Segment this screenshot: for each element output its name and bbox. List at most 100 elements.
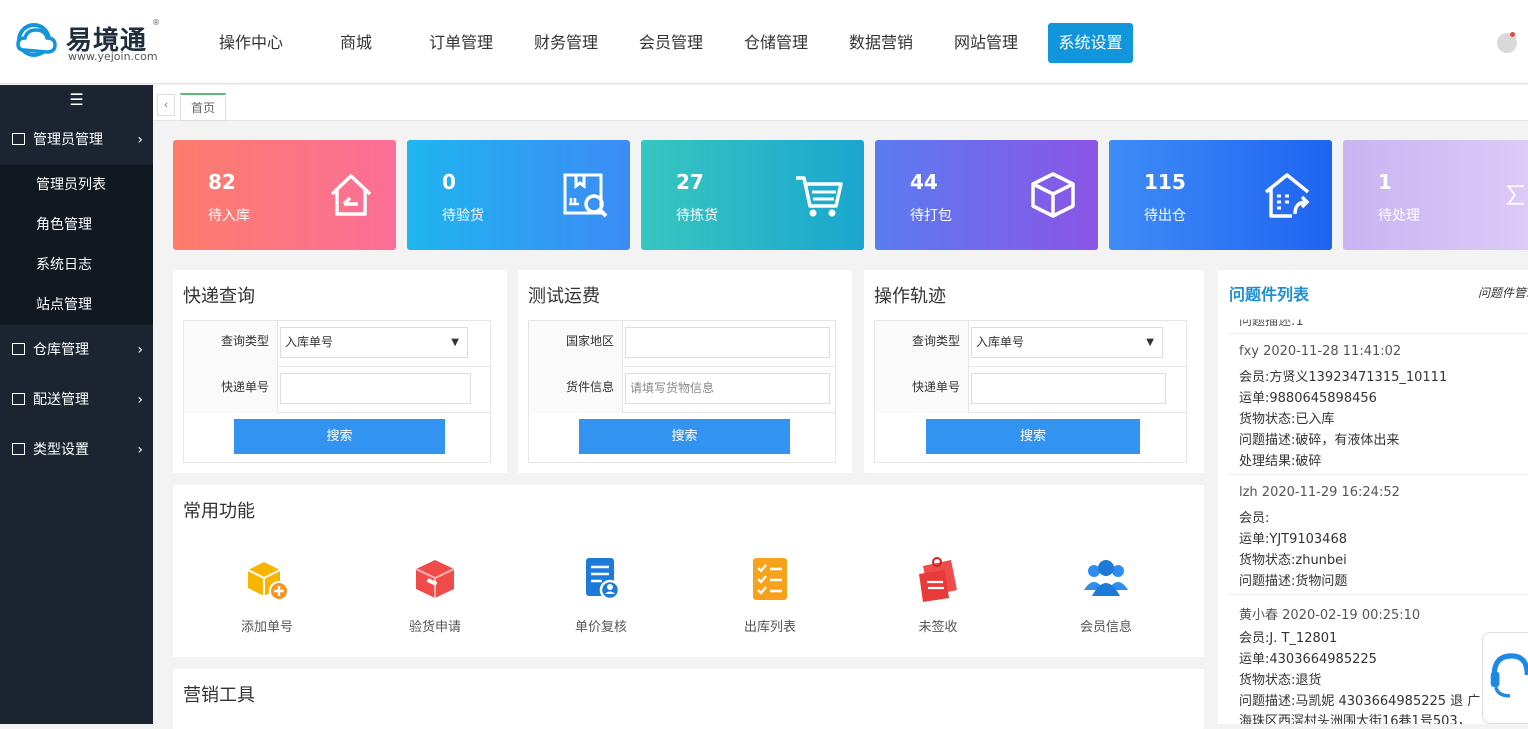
stat-card-pending-picking[interactable]: 27 待拣货 <box>641 140 864 250</box>
sidebar-group-delivery[interactable]: 配送管理 › <box>0 375 153 425</box>
field-label: 快递单号 <box>184 367 278 413</box>
stat-value: 0 <box>442 170 456 194</box>
stat-card-pending-inbound[interactable]: 82 待入库 <box>173 140 396 250</box>
select-value: 入库单号 <box>976 335 1025 349</box>
track-number-input[interactable] <box>971 373 1166 404</box>
form-row: 查询类型 入库单号 ▼ <box>875 321 1186 367</box>
sidebar-item-roles[interactable]: 角色管理 <box>0 205 153 245</box>
form-row: 快递单号 <box>184 367 490 413</box>
stat-value: 1 <box>1378 170 1392 194</box>
issue-line: 处理结果:破碎 <box>1239 454 1322 469</box>
form-row: 搜索 <box>529 413 835 459</box>
sidebar: ☰ 管理员管理 › 管理员列表 角色管理 系统日志 站点管理 仓库管理 › 配送… <box>0 85 153 724</box>
nav-mall[interactable]: 商城 <box>321 23 391 63</box>
form-row: 搜索 <box>184 413 490 459</box>
nav-site-management[interactable]: 网站管理 <box>941 23 1031 63</box>
issue-line: 海珠区西滘村头洲围大街16巷1号503， <box>1239 714 1471 724</box>
card-title: 测试运费 <box>528 286 600 307</box>
func-price-review[interactable]: 单价复核 <box>546 556 656 635</box>
divider <box>1228 594 1528 595</box>
members-icon <box>1084 560 1128 596</box>
func-unsigned[interactable]: 未签收 <box>883 556 993 635</box>
menu-toggle-icon[interactable]: ☰ <box>0 85 153 115</box>
issues-manage-link[interactable]: 问题件管理 <box>1478 284 1528 301</box>
chevron-right-icon: › <box>137 132 143 148</box>
hourglass-icon <box>1506 185 1524 205</box>
sidebar-group-admin[interactable]: 管理员管理 › <box>0 115 153 165</box>
func-add-number[interactable]: 添加单号 <box>212 556 322 635</box>
list-icon <box>12 393 25 405</box>
issue-line: 货物状态:退货 <box>1239 673 1322 688</box>
sidebar-item-system-log[interactable]: 系统日志 <box>0 245 153 285</box>
sidebar-item-sites[interactable]: 站点管理 <box>0 285 153 325</box>
nav-system-settings[interactable]: 系统设置 <box>1048 23 1133 63</box>
logo-registered-mark: ® <box>152 18 160 27</box>
avatar[interactable] <box>1497 32 1517 53</box>
caret-down-icon: ▼ <box>1146 337 1154 348</box>
issues-title: 问题件列表 <box>1229 285 1310 304</box>
issue-header[interactable]: fxy 2020-11-28 11:41:02 <box>1239 344 1401 359</box>
customer-service-widget[interactable] <box>1482 632 1528 724</box>
stat-card-pending-packing[interactable]: 44 待打包 <box>875 140 1098 250</box>
price-review-icon <box>586 558 621 601</box>
stat-card-pending-handling[interactable]: 1 待处理 <box>1343 140 1528 250</box>
field-label: 国家地区 <box>529 321 623 367</box>
unsigned-icon <box>919 557 957 602</box>
func-member-info[interactable]: 会员信息 <box>1051 556 1161 635</box>
func-inspection-request[interactable]: 验货申请 <box>380 556 490 635</box>
track-type-select[interactable]: 入库单号 ▼ <box>971 327 1163 358</box>
goods-info-input[interactable]: 请填写货物信息 <box>625 373 830 404</box>
sidebar-group-label: 管理员管理 <box>33 132 103 148</box>
query-type-select[interactable]: 入库单号 ▼ <box>280 327 468 358</box>
tab-scroll-left-icon[interactable]: ‹ <box>157 94 175 116</box>
stat-label: 待处理 <box>1378 208 1420 224</box>
express-number-input[interactable] <box>280 373 471 404</box>
stat-value: 115 <box>1144 170 1186 194</box>
stat-label: 待入库 <box>208 208 250 224</box>
stat-label: 待拣货 <box>676 208 718 224</box>
sidebar-group-type-settings[interactable]: 类型设置 › <box>0 425 153 475</box>
issue-header[interactable]: 黄小春 2020-02-19 00:25:10 <box>1239 604 1420 623</box>
func-outbound-list[interactable]: 出库列表 <box>715 556 825 635</box>
search-button[interactable]: 搜索 <box>926 419 1140 454</box>
common-functions-card: 常用功能 <box>173 485 1204 657</box>
nav-order-management[interactable]: 订单管理 <box>416 23 506 63</box>
nav-member-management[interactable]: 会员管理 <box>626 23 716 63</box>
sidebar-item-admin-list[interactable]: 管理员列表 <box>0 165 153 205</box>
divider <box>1228 474 1528 475</box>
list-icon <box>12 133 25 145</box>
search-button[interactable]: 搜索 <box>579 419 790 454</box>
freight-test-card: 测试运费 国家地区 货件信息 请填写货物信息 搜索 <box>518 270 852 473</box>
issue-line: 问题描述:马凯妮 4303664985225 退 广 <box>1239 694 1481 709</box>
nav-finance-management[interactable]: 财务管理 <box>521 23 611 63</box>
nav-operation-center[interactable]: 操作中心 <box>206 23 296 63</box>
inspection-box-icon <box>415 560 455 598</box>
top-bar: 易境通 ® www.yejoin.com 操作中心 商城 订单管理 财务管理 会… <box>0 0 1528 84</box>
tab-home[interactable]: 首页 <box>180 93 226 121</box>
stat-card-pending-inspection[interactable]: 0 待验货 <box>407 140 630 250</box>
form-row: 查询类型 入库单号 ▼ <box>184 321 490 367</box>
issue-line: 会员:方贤义13923471315_10111 <box>1239 370 1448 385</box>
field-label: 查询类型 <box>184 321 278 367</box>
issue-line: 问题描述:货物问题 <box>1239 574 1348 589</box>
issue-line: 货物状态:zhunbei <box>1239 553 1347 568</box>
country-input[interactable] <box>625 327 830 358</box>
func-label: 会员信息 <box>1079 620 1132 635</box>
list-icon <box>12 443 25 455</box>
operation-track-form: 查询类型 入库单号 ▼ 快递单号 搜索 <box>874 320 1187 463</box>
card-title: 常用功能 <box>183 501 255 522</box>
stat-label: 待打包 <box>910 208 952 224</box>
divider <box>1228 333 1528 334</box>
cart-icon <box>796 176 843 217</box>
logo[interactable]: 易境通 ® www.yejoin.com <box>14 16 164 66</box>
sidebar-group-warehouse[interactable]: 仓库管理 › <box>0 325 153 375</box>
sidebar-group-label: 类型设置 <box>33 442 89 458</box>
select-value: 入库单号 <box>285 335 334 349</box>
issue-header[interactable]: lzh 2020-11-29 16:24:52 <box>1239 485 1400 500</box>
nav-data-marketing[interactable]: 数据营销 <box>836 23 926 63</box>
search-button[interactable]: 搜索 <box>234 419 445 454</box>
stat-card-pending-outbound[interactable]: 115 待出仓 <box>1109 140 1332 250</box>
logo-url: www.yejoin.com <box>68 50 158 63</box>
nav-warehouse-management[interactable]: 仓储管理 <box>731 23 821 63</box>
list-icon <box>12 343 25 355</box>
